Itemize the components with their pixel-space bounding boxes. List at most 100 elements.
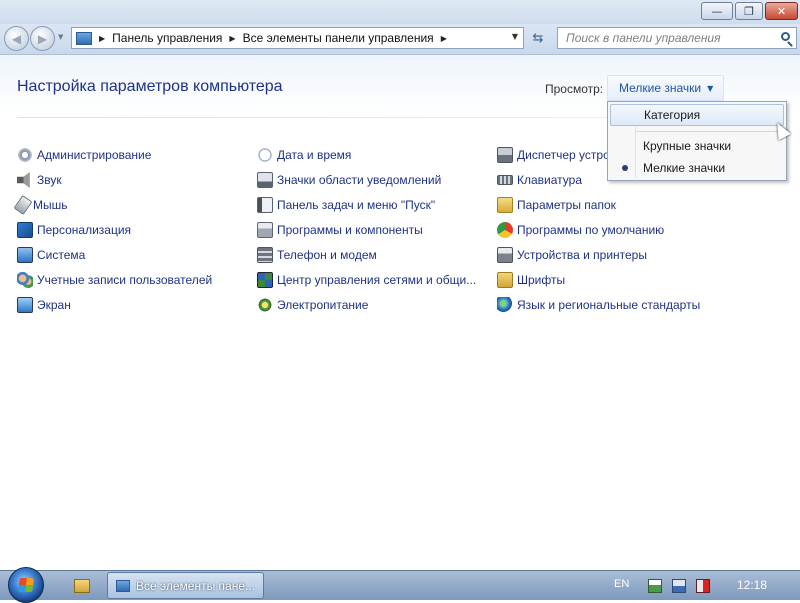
cp-item-sound[interactable]: Звук: [17, 171, 62, 189]
close-button[interactable]: ✕: [765, 2, 798, 20]
forward-button[interactable]: ▶: [30, 26, 55, 51]
action-center-flag-icon[interactable]: [648, 579, 662, 593]
cp-item-phone-modem[interactable]: Телефон и модем: [257, 246, 377, 264]
cp-item-label: Звук: [37, 173, 62, 187]
breadcrumb-arrow-icon[interactable]: ▶: [229, 34, 235, 43]
maximize-button[interactable]: ❐: [735, 2, 763, 20]
control-panel-icon: [76, 31, 92, 45]
menu-item-category[interactable]: Категория: [610, 104, 784, 126]
radio-selected-icon: [622, 165, 628, 171]
minimize-button[interactable]: —: [701, 2, 733, 20]
cp-item-region-language[interactable]: Язык и региональные стандарты: [497, 296, 700, 314]
view-mode-menu: Категория Крупные значки Мелкие значки: [607, 101, 787, 181]
navigation-bar: ◀ ▶ ▼ ▶ Панель управления ▶ Все элементы…: [0, 24, 800, 55]
address-bar[interactable]: ▶ Панель управления ▶ Все элементы панел…: [71, 27, 524, 49]
cp-item-label: Телефон и модем: [277, 248, 377, 262]
header-divider: [17, 117, 607, 118]
cp-item-label: Администрирование: [37, 148, 152, 162]
keyboard-icon: [497, 175, 513, 185]
taskbar-window-button[interactable]: Все элементы пане...: [107, 572, 264, 599]
cp-item-label: Учетные записи пользователей: [37, 273, 213, 287]
search-input[interactable]: [558, 28, 773, 48]
cp-item-folder-options[interactable]: Параметры папок: [497, 196, 616, 214]
clock-icon: [257, 147, 273, 163]
cp-item-label: Язык и региональные стандарты: [517, 298, 701, 312]
language-indicator[interactable]: EN: [614, 578, 629, 590]
chevron-down-icon[interactable]: ▼: [707, 84, 713, 93]
cp-item-programs-features[interactable]: Программы и компоненты: [257, 221, 423, 239]
default-programs-icon: [497, 222, 513, 238]
address-dropdown-icon[interactable]: ▼: [512, 32, 518, 41]
cp-item-date-time[interactable]: Дата и время: [257, 146, 351, 164]
power-icon: [257, 297, 273, 313]
region-icon: [497, 297, 513, 313]
cp-item-label: Панель задач и меню "Пуск": [277, 198, 436, 212]
breadcrumb-arrow-icon[interactable]: ▶: [99, 34, 105, 43]
search-icon[interactable]: [781, 32, 790, 41]
cp-item-label: Экран: [37, 298, 71, 312]
cp-item-label: Параметры папок: [517, 198, 616, 212]
cp-item-system[interactable]: Система: [17, 246, 85, 264]
cp-item-label: Центр управления сетями и общи...: [277, 273, 477, 287]
cp-item-power-options[interactable]: Электропитание: [257, 296, 368, 314]
cp-item-display[interactable]: Экран: [17, 296, 71, 314]
view-mode-value[interactable]: Мелкие значки: [619, 81, 701, 95]
user-accounts-icon: [17, 272, 33, 288]
cp-item-label: Клавиатура: [517, 173, 582, 187]
cp-item-label: Значки области уведомлений: [277, 173, 442, 187]
view-mode-dropdown[interactable]: Мелкие значки ▼: [607, 75, 724, 101]
cp-item-keyboard[interactable]: Клавиатура: [497, 171, 582, 189]
menu-item-label: Мелкие значки: [643, 161, 726, 175]
volume-muted-icon[interactable]: [696, 579, 710, 593]
system-icon: [17, 247, 33, 263]
devices-printers-icon: [497, 247, 513, 263]
cp-item-default-programs[interactable]: Программы по умолчанию: [497, 221, 664, 239]
folder-icon: [74, 578, 90, 593]
phone-modem-icon: [257, 247, 273, 263]
folder-options-icon: [497, 197, 513, 213]
network-icon[interactable]: [672, 579, 686, 593]
menu-separator: [636, 131, 782, 132]
cp-item-label: Система: [37, 248, 86, 262]
cp-item-mouse[interactable]: Мышь: [13, 195, 68, 215]
breadcrumb-control-panel[interactable]: Панель управления: [112, 31, 222, 45]
cp-item-taskbar-start[interactable]: Панель задач и меню "Пуск": [257, 196, 435, 214]
cp-item-user-accounts[interactable]: Учетные записи пользователей: [17, 271, 212, 289]
page-title: Настройка параметров компьютера: [17, 78, 283, 95]
title-bar: — ❐ ✕: [0, 0, 800, 24]
cp-item-label: Программы и компоненты: [277, 223, 423, 237]
device-manager-icon: [497, 147, 513, 163]
cp-item-devices-printers[interactable]: Устройства и принтеры: [497, 246, 647, 264]
breadcrumb-all-items[interactable]: Все элементы панели управления: [243, 31, 434, 45]
cp-item-network-center[interactable]: Центр управления сетями и общи...: [257, 271, 476, 289]
sound-icon: [17, 172, 30, 188]
cp-item-label: Программы по умолчанию: [517, 223, 665, 237]
search-box[interactable]: [557, 27, 797, 49]
taskbar-window-label: Все элементы пане...: [136, 578, 256, 593]
admin-tools-icon: [17, 147, 33, 163]
cp-item-label: Мышь: [33, 198, 68, 212]
cp-item-personalization[interactable]: Персонализация: [17, 221, 131, 239]
cp-item-fonts[interactable]: Шрифты: [497, 271, 565, 289]
personalization-icon: [17, 222, 33, 238]
fonts-icon: [497, 272, 513, 288]
refresh-button[interactable]: ⇆: [526, 27, 550, 49]
clock[interactable]: 12:18: [737, 578, 767, 592]
cp-item-device-manager[interactable]: Диспетчер устро: [497, 146, 610, 164]
taskbar: Все элементы пане... EN 12:18: [0, 567, 800, 603]
notification-area-icon: [257, 172, 273, 188]
menu-item-large-icons[interactable]: Крупные значки: [610, 135, 784, 157]
back-button[interactable]: ◀: [4, 26, 29, 51]
cp-item-label: Дата и время: [277, 148, 352, 162]
menu-item-small-icons[interactable]: Мелкие значки: [610, 157, 784, 179]
display-icon: [17, 297, 33, 313]
start-button[interactable]: [8, 567, 44, 603]
breadcrumb-arrow-icon[interactable]: ▶: [441, 34, 447, 43]
cp-item-admin-tools[interactable]: Администрирование: [17, 146, 151, 164]
taskbar-explorer-button[interactable]: [64, 573, 100, 598]
cp-item-label: Шрифты: [517, 273, 566, 287]
recent-pages-dropdown[interactable]: ▼: [58, 33, 63, 41]
control-panel-icon: [116, 579, 130, 592]
control-panel-window: — ❐ ✕ ◀ ▶ ▼ ▶ Панель управления ▶ Все эл…: [0, 0, 800, 570]
cp-item-notification-icons[interactable]: Значки области уведомлений: [257, 171, 441, 189]
